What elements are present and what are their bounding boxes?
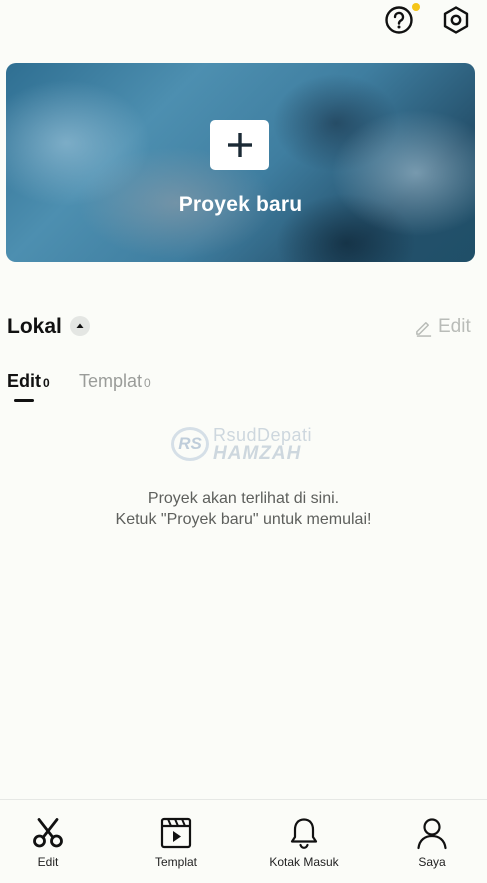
bell-icon [290,818,318,849]
tab-templat[interactable]: Templat 0 [79,371,151,395]
plus-icon [227,133,252,157]
nav-kotak-masuk[interactable]: Kotak Masuk [249,800,359,883]
tab-templat-label: Templat [79,371,143,391]
clapperboard-icon [160,817,192,849]
empty-state-line1: Proyek akan terlihat di sini. [147,490,340,507]
tab-edit-label: Edit [7,371,41,391]
hexagon-gear-icon [443,6,469,34]
person-icon [417,818,447,850]
tab-edit-count: 0 [43,376,50,390]
nav-kotak-masuk-label: Kotak Masuk [269,855,339,869]
nav-templat-label: Templat [154,855,198,869]
tab-templat-count: 0 [144,376,151,390]
edit-projects-button[interactable]: Edit [414,316,471,338]
watermark-logo: RS [171,427,209,461]
caret-up-icon [76,323,84,328]
new-project-plus-button[interactable] [210,120,269,170]
empty-state-message: Proyek akan terlihat di sini. Ketuk "Pro… [0,488,487,530]
settings-button[interactable] [441,5,471,35]
watermark-text: RsudDepati HAMZAH [213,426,312,463]
top-bar [0,0,487,44]
watermark: RS RsudDepati HAMZAH [171,424,312,464]
tab-edit[interactable]: Edit 0 [7,371,50,395]
sort-toggle-button[interactable] [70,316,90,336]
app-screen: Proyek baru Lokal Edit Edit 0 Templat 0 … [0,0,487,883]
edit-label: Edit [438,316,471,337]
bottom-nav: Edit Templat Kotak Masuk Saya [0,799,487,883]
nav-saya[interactable]: Saya [377,800,487,883]
watermark-line1: RsudDepati [213,424,313,445]
scissors-icon [33,818,63,848]
pencil-icon [416,321,432,337]
nav-edit[interactable]: Edit [0,800,103,883]
section-title: Lokal [7,315,62,338]
active-tab-indicator [14,399,34,402]
new-project-label: Proyek baru [178,193,303,216]
nav-saya-label: Saya [418,855,446,869]
notification-dot [412,3,420,11]
nav-edit-label: Edit [37,855,59,869]
empty-state-line2: Ketuk "Proyek baru" untuk memulai! [115,511,372,528]
question-circle-icon [385,6,413,34]
new-project-card[interactable]: Proyek baru [6,63,475,262]
watermark-line2: HAMZAH [213,442,302,464]
help-button[interactable] [384,5,414,35]
nav-templat[interactable]: Templat [121,800,231,883]
